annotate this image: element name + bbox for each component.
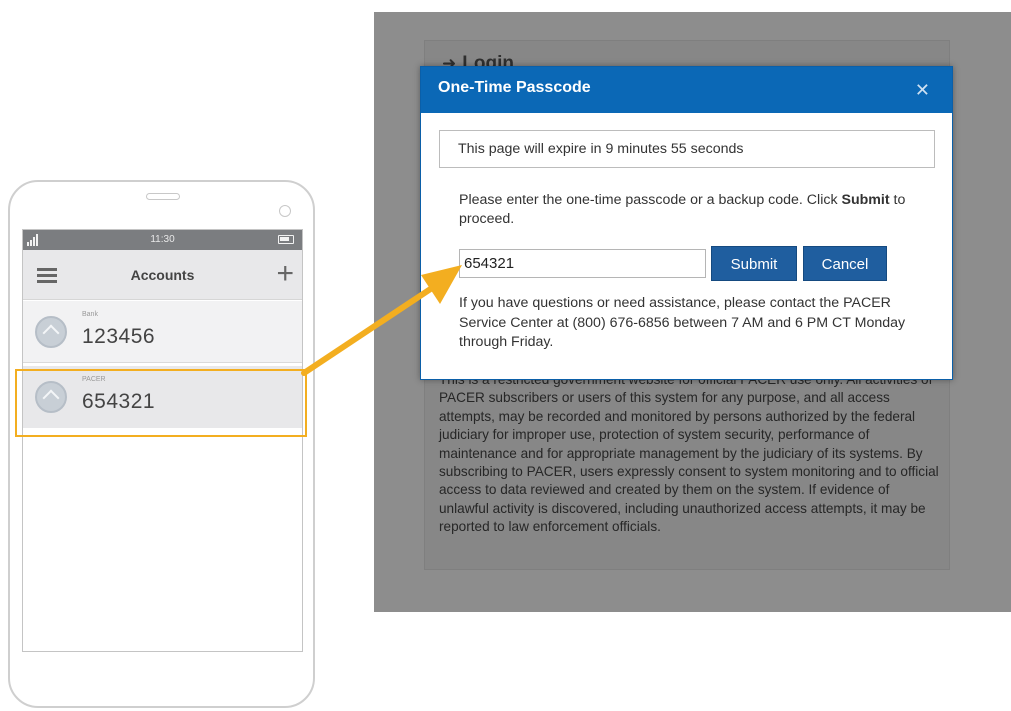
instruction-submit-word: Submit (841, 192, 890, 208)
modal-title: One-Time Passcode (438, 79, 591, 96)
pacer-login-page: ➜Login This is a restricted government w… (374, 12, 1011, 612)
instruction-text: Please enter the one-time passcode or a … (459, 192, 842, 208)
add-icon[interactable]: + (276, 259, 294, 289)
passcode-input[interactable]: 654321 (459, 249, 706, 278)
otp-modal: One-Time Passcode ✕ This page will expir… (420, 66, 953, 380)
phone-mockup: 11:30 Accounts + Bank 123456 PACER 65432… (8, 180, 315, 708)
app-title: Accounts (130, 267, 195, 283)
status-time: 11:30 (150, 234, 175, 245)
phone-speaker (146, 193, 180, 200)
warning-text: This is a restricted government website … (439, 372, 939, 535)
status-bar: 11:30 (23, 230, 302, 250)
phone-camera (279, 205, 291, 217)
expiry-notice: This page will expire in 9 minutes 55 se… (439, 130, 935, 168)
instructions: Please enter the one-time passcode or a … (459, 191, 929, 229)
close-icon[interactable]: ✕ (915, 80, 930, 101)
modal-header: One-Time Passcode ✕ (421, 67, 952, 113)
help-text: If you have questions or need assistance… (459, 295, 906, 350)
account-code: 123456 (82, 325, 156, 348)
account-item-bank[interactable]: Bank 123456 (23, 301, 302, 363)
app-header: Accounts + (23, 250, 302, 300)
highlight-box (15, 369, 307, 437)
account-avatar-icon (35, 316, 67, 348)
account-issuer: Bank (82, 311, 98, 318)
submit-button[interactable]: Submit (711, 246, 797, 281)
phone-screen: 11:30 Accounts + Bank 123456 PACER 65432… (22, 229, 303, 652)
battery-icon (278, 235, 294, 244)
cancel-button[interactable]: Cancel (803, 246, 887, 281)
